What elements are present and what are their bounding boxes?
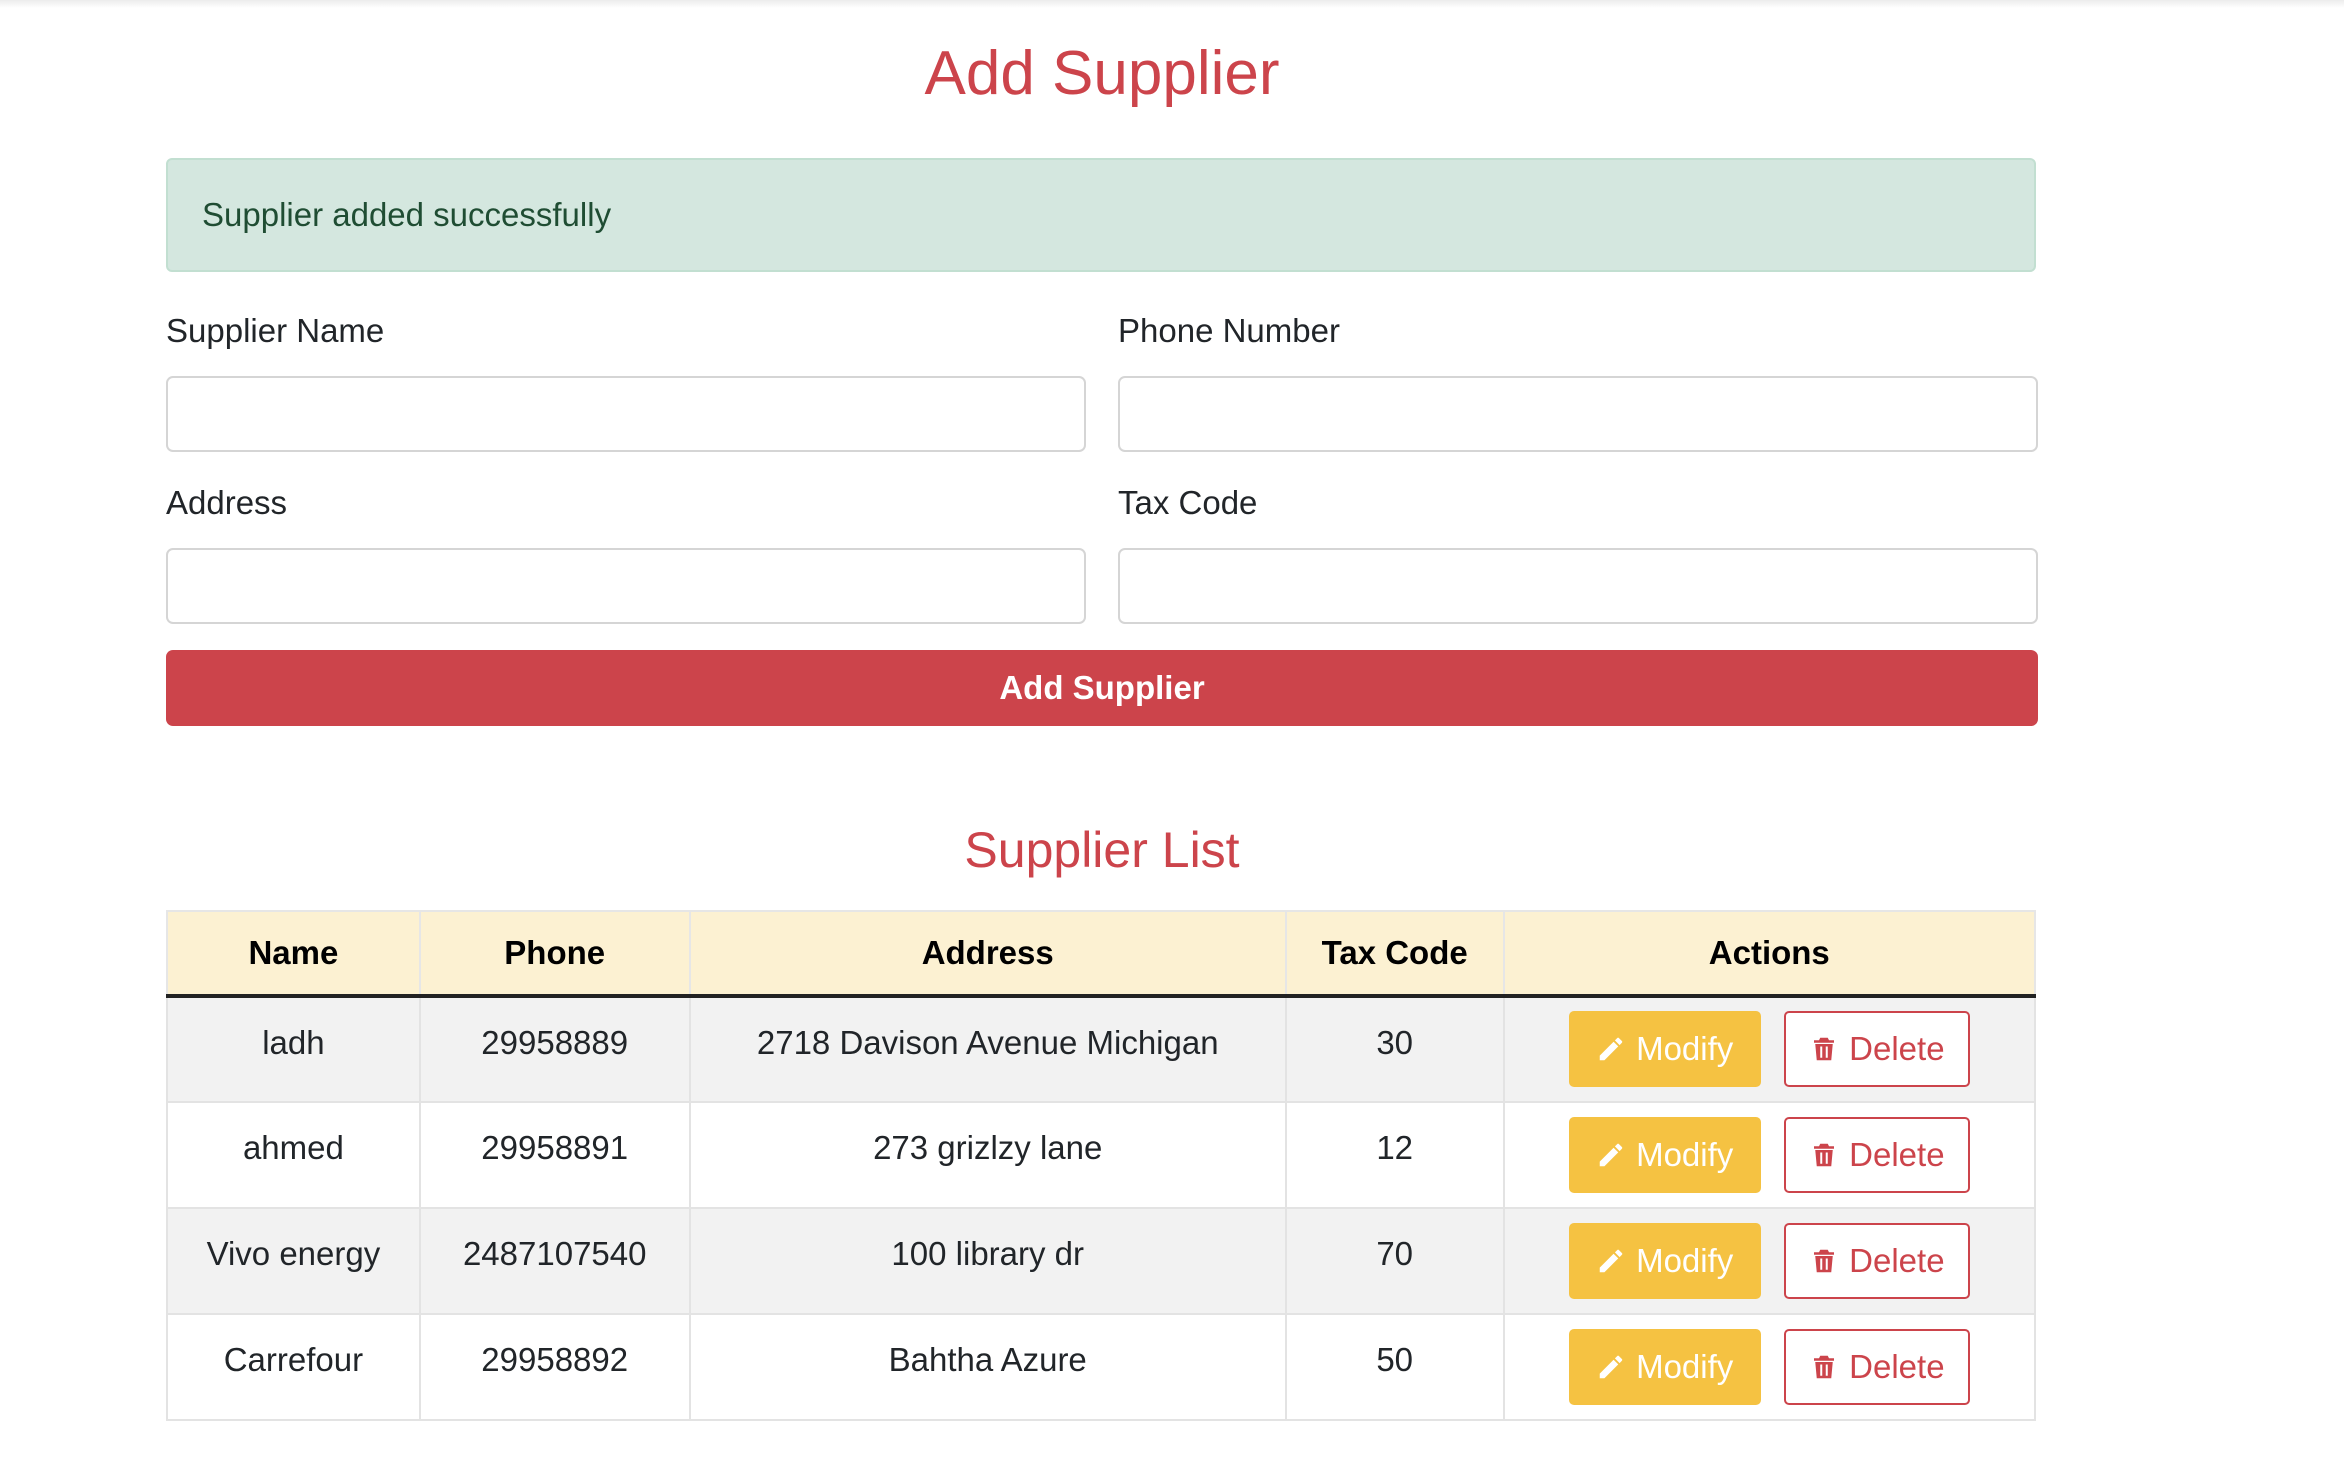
cell-tax-code: 30 (1284, 995, 1505, 1103)
column-header-actions: Actions (1502, 910, 2037, 998)
modify-label: Modify (1636, 1241, 1734, 1279)
cell-phone: 29958889 (418, 995, 691, 1103)
phone-number-group: Phone Number (1118, 306, 2038, 452)
add-supplier-button[interactable]: Add Supplier (166, 650, 2038, 726)
cell-address: Bahtha Azure (688, 1313, 1287, 1421)
cell-phone: 2487107540 (418, 1207, 691, 1315)
cell-actions: Modify Delete (1502, 1207, 2037, 1315)
supplier-list-title: Supplier List (964, 822, 1240, 878)
modify-button[interactable]: Modify (1568, 1116, 1761, 1193)
success-alert: Supplier added successfully (166, 158, 2036, 272)
cell-actions: Modify Delete (1502, 995, 2037, 1103)
page-title: Add Supplier (924, 39, 1280, 108)
modify-label: Modify (1636, 1030, 1734, 1067)
modify-button[interactable]: Modify (1568, 1222, 1761, 1299)
modify-button[interactable]: Modify (1568, 1011, 1761, 1087)
trash-icon (1814, 1355, 1835, 1378)
phone-number-label: Phone Number (1118, 312, 1340, 349)
table-row: Carrefour 29958892 Bahtha Azure 50 Modif… (166, 1313, 2037, 1421)
trash-icon (1814, 1249, 1835, 1272)
supplier-name-group: Supplier Name (166, 306, 1086, 452)
tax-code-input[interactable] (1118, 548, 2038, 624)
delete-button[interactable]: Delete (1783, 1011, 1970, 1087)
top-shadow (0, 0, 2344, 8)
table-row: Vivo energy 2487107540 100 library dr 70… (166, 1207, 2037, 1315)
delete-button[interactable]: Delete (1783, 1328, 1970, 1405)
cell-actions: Modify Delete (1502, 1313, 2037, 1421)
trash-icon (1814, 1143, 1835, 1166)
column-header-name: Name (166, 910, 421, 998)
tax-code-group: Tax Code (1118, 478, 2038, 624)
cell-phone: 29958892 (418, 1313, 691, 1421)
tax-code-label: Tax Code (1118, 484, 1258, 521)
cell-name: ladh (166, 995, 421, 1103)
cell-name: Vivo energy (166, 1207, 421, 1315)
cell-phone: 29958891 (418, 1101, 691, 1209)
column-header-phone: Phone (418, 910, 691, 998)
phone-number-input[interactable] (1118, 376, 2038, 452)
cell-name: ahmed (166, 1101, 421, 1209)
delete-label: Delete (1849, 1135, 1945, 1173)
alert-message: Supplier added successfully (202, 196, 612, 233)
address-label: Address (166, 484, 288, 521)
column-header-tax-code: Tax Code (1284, 910, 1505, 998)
trash-icon (1814, 1037, 1835, 1061)
delete-label: Delete (1849, 1347, 1945, 1385)
delete-button[interactable]: Delete (1783, 1116, 1970, 1193)
column-header-address: Address (688, 910, 1287, 998)
pencil-icon (1599, 1355, 1623, 1378)
cell-address: 2718 Davison Avenue Michigan (688, 995, 1287, 1103)
supplier-name-input[interactable] (166, 376, 1086, 452)
modify-label: Modify (1636, 1347, 1734, 1385)
table-row: ladh 29958889 2718 Davison Avenue Michig… (166, 995, 2037, 1103)
cell-tax-code: 50 (1284, 1313, 1505, 1421)
modify-button[interactable]: Modify (1568, 1328, 1761, 1405)
cell-address: 100 library dr (688, 1207, 1287, 1315)
delete-label: Delete (1849, 1241, 1945, 1279)
supplier-name-label: Supplier Name (166, 312, 385, 349)
address-group: Address (166, 478, 1086, 624)
cell-tax-code: 70 (1284, 1207, 1505, 1315)
table-header-row: Name Phone Address Tax Code Actions (166, 910, 2037, 998)
pencil-icon (1599, 1037, 1623, 1061)
table-row: ahmed 29958891 273 grizlzy lane 12 Modif… (166, 1101, 2037, 1209)
delete-button[interactable]: Delete (1783, 1222, 1970, 1299)
modify-label: Modify (1636, 1135, 1734, 1173)
address-input[interactable] (166, 548, 1086, 624)
cell-name: Carrefour (166, 1313, 421, 1421)
supplier-table: Name Phone Address Tax Code Actions ladh… (166, 910, 2037, 1421)
pencil-icon (1599, 1143, 1623, 1166)
cell-tax-code: 12 (1284, 1101, 1505, 1209)
delete-label: Delete (1849, 1030, 1945, 1067)
pencil-icon (1599, 1249, 1623, 1272)
cell-actions: Modify Delete (1502, 1101, 2037, 1209)
cell-address: 273 grizlzy lane (688, 1101, 1287, 1209)
